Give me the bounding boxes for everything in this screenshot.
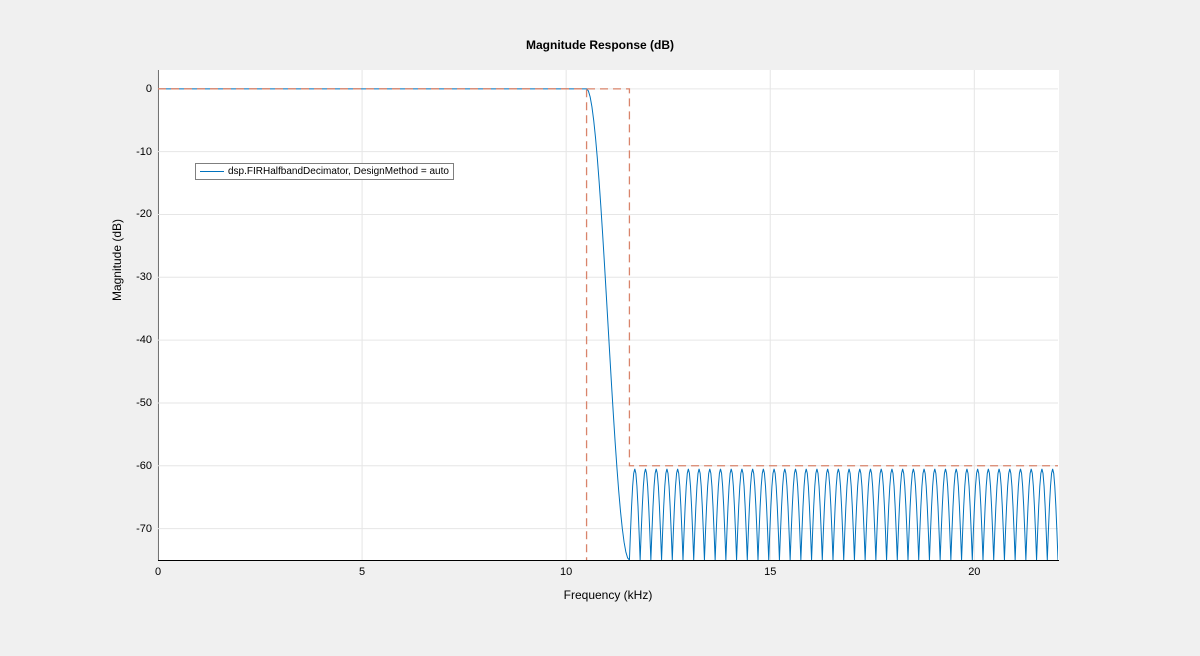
response-curve bbox=[158, 89, 1058, 560]
mask-lower bbox=[158, 89, 587, 560]
y-tick-label: -50 bbox=[124, 397, 152, 409]
x-tick-label: 20 bbox=[968, 566, 980, 578]
figure-window: Magnitude Response (dB) 05101520-70-60-5… bbox=[0, 0, 1200, 656]
y-tick-label: -60 bbox=[124, 460, 152, 472]
x-tick-label: 10 bbox=[560, 566, 572, 578]
y-axis-label: Magnitude (dB) bbox=[110, 160, 124, 360]
x-tick-label: 0 bbox=[155, 566, 161, 578]
y-tick-label: -70 bbox=[124, 523, 152, 535]
legend-line-icon bbox=[200, 171, 224, 172]
y-tick-label: -10 bbox=[124, 146, 152, 158]
y-tick-label: -40 bbox=[124, 334, 152, 346]
legend[interactable]: dsp.FIRHalfbandDecimator, DesignMethod =… bbox=[195, 163, 454, 180]
legend-entry-0: dsp.FIRHalfbandDecimator, DesignMethod =… bbox=[228, 166, 449, 177]
x-axis-label: Frequency (kHz) bbox=[158, 588, 1058, 602]
plot-canvas bbox=[0, 0, 1200, 656]
y-tick-label: -30 bbox=[124, 271, 152, 283]
y-tick-label: -20 bbox=[124, 208, 152, 220]
x-tick-label: 15 bbox=[764, 566, 776, 578]
y-tick-label: 0 bbox=[124, 83, 152, 95]
x-tick-label: 5 bbox=[359, 566, 365, 578]
